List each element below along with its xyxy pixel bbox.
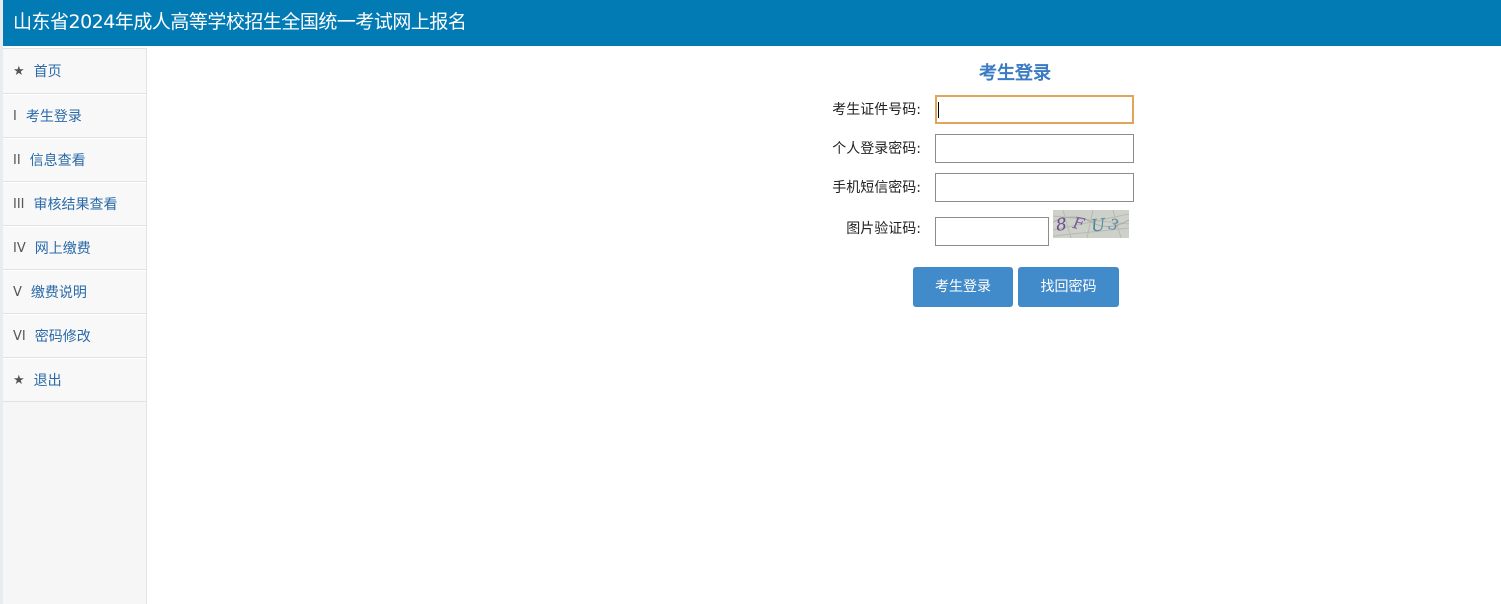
captcha-input[interactable] — [935, 217, 1049, 246]
sidebar-item-review-result[interactable]: III 审核结果查看 — [3, 182, 146, 226]
sidebar-item-label: 信息查看 — [29, 153, 86, 169]
sidebar: ★ 首页 I 考生登录 II 信息查看 III 审核结果查看 IV 网上缴费 V… — [3, 48, 147, 604]
sidebar-item-payment[interactable]: IV 网上缴费 — [3, 226, 146, 270]
student-login-button[interactable]: 考生登录 — [913, 267, 1013, 307]
sidebar-item-payment-notes[interactable]: V 缴费说明 — [3, 270, 146, 314]
id-number-label: 考生证件号码: — [832, 102, 921, 118]
sidebar-item-prefix: IV — [13, 240, 26, 256]
sidebar-item-prefix: V — [13, 284, 22, 300]
sidebar-item-label: 网上缴费 — [34, 241, 91, 257]
recover-password-button[interactable]: 找回密码 — [1018, 267, 1119, 307]
text-cursor — [938, 102, 939, 118]
star-icon: ★ — [13, 63, 25, 79]
captcha-label: 图片验证码: — [846, 221, 921, 237]
star-icon: ★ — [13, 372, 25, 388]
captcha-char: U — [1090, 215, 1107, 236]
sms-password-input[interactable] — [935, 173, 1134, 202]
sidebar-item-prefix: II — [13, 152, 21, 168]
page-title: 山东省2024年成人高等学校招生全国统一考试网上报名 — [13, 11, 467, 33]
sidebar-item-prefix: III — [13, 196, 25, 212]
page-header: 山东省2024年成人高等学校招生全国统一考试网上报名 — [3, 0, 1501, 46]
login-form-title: 考生登录 — [979, 63, 1051, 84]
sidebar-item-home[interactable]: ★ 首页 — [3, 48, 146, 94]
captcha-image[interactable]: 8 F U 3 — [1053, 210, 1129, 238]
sidebar-item-info[interactable]: II 信息查看 — [3, 138, 146, 182]
sidebar-item-change-password[interactable]: VI 密码修改 — [3, 314, 146, 358]
sidebar-item-label: 缴费说明 — [30, 285, 87, 301]
id-number-input[interactable] — [935, 95, 1134, 124]
sidebar-item-prefix: VI — [13, 328, 26, 344]
sidebar-item-logout[interactable]: ★ 退出 — [3, 358, 146, 402]
sidebar-item-label: 首页 — [33, 64, 62, 80]
sidebar-item-label: 考生登录 — [25, 109, 82, 125]
sidebar-item-login[interactable]: I 考生登录 — [3, 94, 146, 138]
sidebar-item-label: 密码修改 — [34, 329, 91, 345]
sidebar-item-label: 退出 — [33, 373, 62, 389]
sms-password-label: 手机短信密码: — [832, 180, 921, 196]
sidebar-item-label: 审核结果查看 — [33, 197, 118, 213]
page: 山东省2024年成人高等学校招生全国统一考试网上报名 ★ 首页 I 考生登录 I… — [0, 0, 1501, 604]
password-label: 个人登录密码: — [832, 141, 921, 157]
sidebar-item-prefix: I — [13, 108, 17, 124]
password-input[interactable] — [935, 134, 1134, 163]
